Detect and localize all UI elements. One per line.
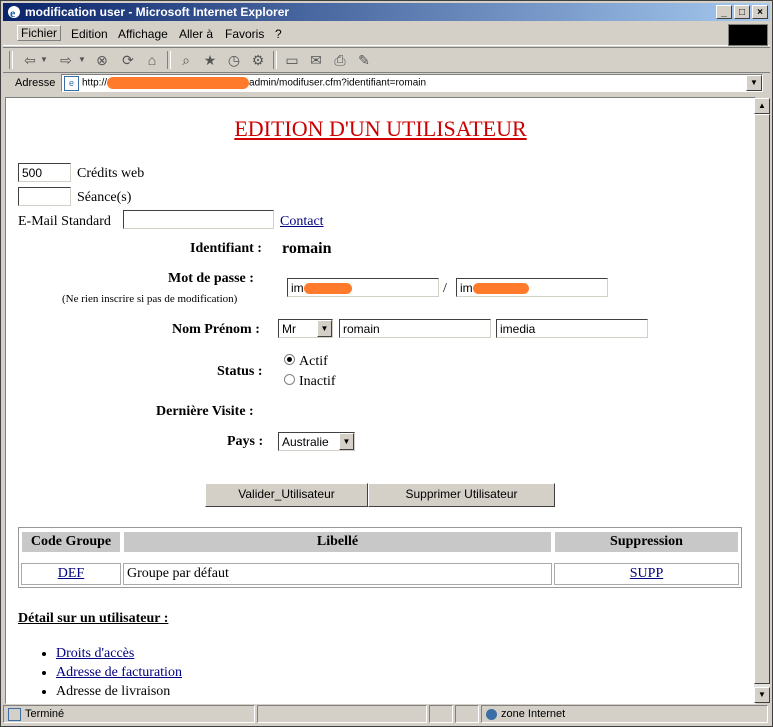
prenom-input[interactable]: romain	[339, 319, 491, 338]
list-item: Droits d'accès	[56, 646, 182, 665]
history-icon[interactable]: ◷	[225, 51, 243, 69]
menu-bar: Fichier Edition Affichage Aller à Favori…	[3, 23, 770, 46]
email-label: E-Mail Standard	[18, 214, 111, 229]
detail-links-list: Droits d'accès Adresse de facturation Ad…	[20, 646, 182, 703]
droits-acces-link[interactable]: Droits d'accès	[56, 646, 134, 661]
refresh-icon[interactable]: ⟳	[119, 51, 137, 69]
vertical-scrollbar[interactable]: ▲ ▼	[754, 98, 770, 703]
print-icon[interactable]: ⎙	[331, 51, 349, 69]
page-done-icon	[8, 707, 21, 721]
status-bar: Terminé zone Internet	[3, 705, 770, 724]
status-actif-option[interactable]: Actif	[284, 354, 328, 370]
identifiant-label: Identifiant :	[190, 241, 262, 256]
status-inactif-option[interactable]: Inactif	[284, 374, 336, 390]
credits-label: Crédits web	[77, 166, 145, 181]
supp-link[interactable]: SUPP	[630, 566, 663, 581]
favorites-icon[interactable]: ★	[201, 51, 219, 69]
search-icon[interactable]: ⌕	[177, 51, 195, 69]
supprimer-utilisateur-button[interactable]: Supprimer Utilisateur	[368, 483, 555, 507]
edit-icon[interactable]: ✎	[355, 51, 373, 69]
zone-text: zone Internet	[501, 708, 566, 720]
identifiant-value: romain	[282, 240, 332, 257]
back-dropdown-icon[interactable]: ▼	[35, 51, 53, 69]
seances-input[interactable]	[18, 187, 71, 206]
valider-utilisateur-button[interactable]: Valider_Utilisateur	[205, 483, 368, 507]
title-bar: e modification user - Microsoft Internet…	[3, 3, 770, 21]
menu-help[interactable]: ?	[275, 27, 282, 41]
page-icon: e	[64, 76, 79, 91]
address-label: Adresse	[15, 77, 56, 89]
page-content: EDITION D'UN UTILISATEUR 500 Crédits web…	[5, 97, 756, 704]
address-url-prefix: http://	[82, 77, 108, 89]
address-input[interactable]: e http:// admin/modifuser.cfm?identifiant…	[61, 74, 763, 92]
status-label: Status :	[217, 364, 263, 379]
table-header-code: Code Groupe	[21, 531, 121, 553]
credits-input[interactable]: 500	[18, 163, 71, 182]
stop-icon[interactable]: ⊗	[93, 51, 111, 69]
page-title: EDITION D'UN UTILISATEUR	[234, 116, 527, 141]
close-button[interactable]: ×	[752, 5, 768, 19]
minimize-button[interactable]: _	[716, 5, 732, 19]
globe-icon	[486, 708, 497, 720]
seances-label: Séance(s)	[77, 190, 132, 205]
password-note: (Ne rien inscrire si pas de modification…	[62, 293, 238, 305]
toolbar: ⇦ ▼ ⇨ ▼ ⊗ ⟳ ⌂ ⌕ ★ ◷ ⚙ ▭ ✉ ⎙ ✎	[3, 47, 770, 73]
menu-affichage[interactable]: Affichage	[118, 27, 168, 41]
chevron-down-icon: ▼	[317, 320, 332, 337]
list-item: Adresse de facturation	[56, 665, 182, 684]
contact-link[interactable]: Contact	[280, 214, 324, 230]
menu-aller-a[interactable]: Aller à	[179, 27, 213, 41]
status-text-cell: Terminé	[3, 705, 255, 723]
home-icon[interactable]: ⌂	[143, 51, 161, 69]
radio-actif[interactable]	[284, 354, 295, 365]
maximize-button[interactable]: □	[734, 5, 750, 19]
forward-dropdown-icon[interactable]: ▼	[73, 51, 91, 69]
derniere-visite-label: Dernière Visite :	[156, 404, 254, 419]
svg-text:e: e	[10, 6, 16, 20]
radio-inactif[interactable]	[284, 374, 295, 385]
password-separator: /	[443, 281, 447, 296]
table-cell-libelle: Groupe par défaut	[123, 563, 552, 585]
password-label: Mot de passe :	[168, 271, 254, 286]
email-input[interactable]	[123, 210, 274, 229]
ie-logo-icon: e	[8, 6, 20, 20]
password-input[interactable]: im	[287, 278, 439, 297]
zone-cell: zone Internet	[481, 705, 768, 723]
adresse-livraison-text: Adresse de livraison	[56, 684, 171, 699]
adresse-facturation-link[interactable]: Adresse de facturation	[56, 665, 182, 680]
scroll-up-icon[interactable]: ▲	[754, 98, 770, 114]
chevron-down-icon: ▼	[339, 433, 354, 450]
table-cell-code: DEF	[21, 563, 121, 585]
redacted-host	[107, 77, 250, 89]
table-cell-suppression: SUPP	[554, 563, 739, 585]
pays-select[interactable]: Australie ▼	[278, 432, 355, 451]
scroll-down-icon[interactable]: ▼	[754, 687, 770, 703]
fullscreen-icon[interactable]: ▭	[283, 51, 301, 69]
group-code-link[interactable]: DEF	[58, 566, 84, 581]
browser-window: e modification user - Microsoft Internet…	[0, 0, 773, 727]
menu-edition[interactable]: Edition	[71, 27, 108, 41]
status-text: Terminé	[25, 708, 65, 720]
nom-prenom-label: Nom Prénom :	[172, 322, 260, 337]
list-item: Adresse de livraison	[56, 684, 182, 703]
detail-heading: Détail sur un utilisateur :	[18, 611, 169, 626]
address-dropdown-icon[interactable]: ▼	[746, 75, 762, 91]
civilite-select[interactable]: Mr ▼	[278, 319, 333, 338]
channels-icon[interactable]: ⚙	[249, 51, 267, 69]
scroll-thumb[interactable]	[754, 114, 770, 684]
address-bar: Adresse e http:// admin/modifuser.cfm?ide…	[3, 72, 770, 95]
menu-fichier[interactable]: Fichier	[17, 25, 62, 41]
pays-label: Pays :	[227, 434, 264, 449]
menu-favoris[interactable]: Favoris	[225, 27, 264, 41]
mail-icon[interactable]: ✉	[307, 51, 325, 69]
windows-logo-icon	[728, 24, 768, 46]
table-header-libelle: Libellé	[123, 531, 552, 553]
address-url-path: admin/modifuser.cfm?identifiant=romain	[249, 77, 427, 89]
groups-table: Code Groupe Libellé Suppression DEF Grou…	[18, 527, 742, 588]
nom-input[interactable]: imedia	[496, 319, 648, 338]
password-confirm-input[interactable]: im	[456, 278, 608, 297]
table-header-suppression: Suppression	[554, 531, 739, 553]
window-title: modification user - Microsoft Internet E…	[25, 5, 290, 19]
